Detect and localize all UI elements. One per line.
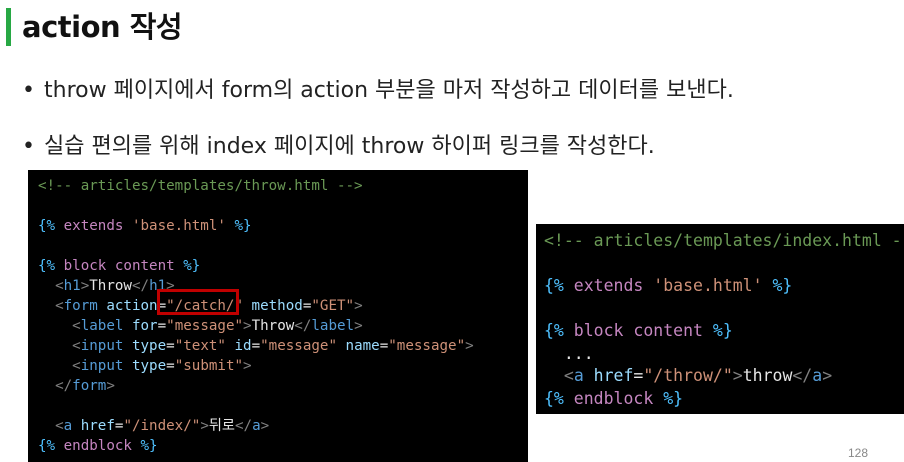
code-punct: <	[544, 366, 574, 385]
code-punct: =	[157, 318, 167, 334]
code-comment: <!-- articles/templates/throw.html -->	[38, 178, 363, 194]
html-tag: a	[573, 366, 584, 385]
template-tag: %}	[183, 258, 201, 274]
code-punct: <	[38, 418, 64, 434]
slide-title: action 작성	[22, 10, 183, 44]
code-string: "submit"	[174, 358, 244, 374]
page-number: 128	[847, 446, 868, 460]
html-attr: for	[123, 318, 158, 334]
template-keyword: block content	[563, 321, 713, 340]
code-text: Throw	[89, 278, 132, 294]
code-string: "message"	[388, 338, 466, 354]
html-tag: label	[80, 318, 124, 334]
code-punct: >	[106, 378, 115, 394]
template-keyword: endblock	[55, 438, 141, 454]
template-keyword: block content	[55, 258, 184, 274]
code-punct: </	[294, 318, 312, 334]
template-keyword: extends	[55, 218, 132, 234]
html-tag: label	[311, 318, 355, 334]
code-punct: <	[38, 278, 64, 294]
code-punct: <	[38, 318, 81, 334]
html-attr: href	[72, 418, 115, 434]
code-punct: =	[251, 338, 261, 354]
code-text: Throw	[251, 318, 295, 334]
bullet-dot: •	[22, 78, 35, 103]
code-comment: <!-- articles/templates/index.html -->	[544, 231, 904, 250]
html-attr: href	[583, 366, 634, 385]
action-highlight-box	[157, 289, 239, 315]
code-punct: >	[732, 366, 743, 385]
code-string: 'base.html'	[131, 218, 226, 234]
code-punct: >	[80, 278, 90, 294]
code-punct: >	[354, 318, 363, 334]
html-attr: action	[97, 298, 158, 314]
code-string: "message"	[166, 318, 244, 334]
code-punct: >	[243, 358, 252, 374]
bullet-text-1: throw 페이지에서 form의 action 부분을 마저 작성하고 데이터…	[44, 78, 734, 103]
title-accent-bar	[6, 8, 11, 46]
html-tag: form	[63, 298, 98, 314]
template-tag: %}	[663, 388, 684, 408]
html-tag: a	[63, 418, 73, 434]
code-punct: >	[260, 418, 270, 434]
bullet-text-2: 실습 편의를 위해 index 페이지에 throw 하이퍼 링크를 작성한다.	[44, 134, 655, 159]
template-tag: %}	[712, 321, 733, 340]
bullet-dot: •	[22, 134, 35, 159]
html-attr: id	[225, 338, 252, 354]
code-punct: <	[38, 298, 64, 314]
code-punct: >	[243, 318, 252, 334]
html-attr: method	[243, 298, 303, 314]
code-punct: >	[354, 298, 363, 314]
template-tag: {%	[544, 321, 564, 340]
template-tag: %}	[140, 438, 158, 454]
bullet-item-1: • throw 페이지에서 form의 action 부분을 마저 작성하고 데이…	[22, 72, 734, 104]
code-punct: >	[822, 366, 833, 385]
html-tag: input	[80, 338, 124, 354]
code-punct: =	[633, 366, 644, 385]
code-text: throw	[742, 366, 793, 385]
code-string: "text"	[174, 338, 226, 354]
html-attr: type	[123, 338, 167, 354]
code-string: "GET"	[311, 298, 355, 314]
code-punct: </	[38, 378, 73, 394]
html-attr: name	[337, 338, 380, 354]
template-tag: {%	[38, 218, 56, 234]
template-keyword: endblock	[563, 388, 664, 408]
bullet-item-2: • 실습 편의를 위해 index 페이지에 throw 하이퍼 링크를 작성한다…	[22, 128, 655, 160]
code-ellipsis: ...	[544, 343, 594, 363]
code-punct: =	[166, 358, 175, 374]
html-tag: a	[812, 366, 823, 385]
code-text: 뒤로	[208, 418, 235, 434]
code-punct: =	[379, 338, 389, 354]
code-punct: </	[792, 366, 813, 385]
code-block-throw-html: <!-- articles/templates/throw.html --> {%…	[28, 170, 528, 462]
template-tag: {%	[544, 276, 564, 295]
code-block-index-html: <!-- articles/templates/index.html --> {%…	[536, 224, 904, 414]
code-string: "message"	[260, 338, 337, 354]
code-punct: </	[234, 418, 253, 434]
html-attr: type	[123, 358, 167, 374]
template-tag: {%	[38, 258, 56, 274]
template-tag: %}	[762, 276, 793, 295]
html-tag: a	[252, 418, 261, 434]
template-keyword: extends	[563, 276, 654, 295]
code-punct: >	[465, 338, 474, 354]
template-tag: %}	[225, 218, 252, 234]
html-tag: form	[72, 378, 107, 394]
code-punct: >	[200, 418, 209, 434]
code-punct: =	[166, 338, 175, 354]
template-tag: {%	[38, 438, 56, 454]
code-punct: <	[38, 358, 81, 374]
html-tag: h1	[63, 278, 81, 294]
code-punct: <	[38, 338, 81, 354]
code-string: 'base.html'	[653, 276, 763, 295]
html-tag: input	[80, 358, 124, 374]
code-string: "/index/"	[123, 418, 201, 434]
template-tag: {%	[544, 388, 564, 408]
code-punct: </	[131, 278, 150, 294]
code-string: "/throw/"	[643, 366, 733, 385]
